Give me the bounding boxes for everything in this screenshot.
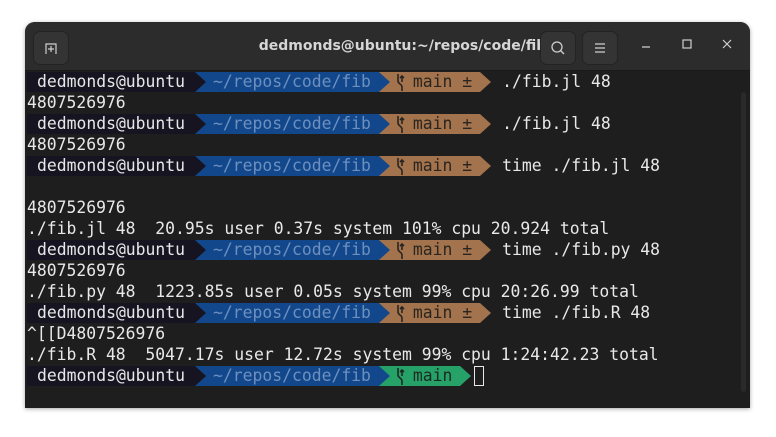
- minimize-button[interactable]: [636, 36, 656, 56]
- prompt-line: dedmonds@ubuntu ~/repos/code/fib main ± tim…: [27, 302, 736, 323]
- prompt-path: ~/repos/code/fib: [213, 113, 371, 133]
- prompt-branch: main: [412, 365, 453, 385]
- scrollbar[interactable]: [741, 92, 746, 392]
- segment-separator: [480, 302, 492, 323]
- prompt-path: ~/repos/code/fib: [213, 155, 371, 175]
- prompt-user: dedmonds@ubuntu: [37, 239, 186, 259]
- prompt-line: dedmonds@ubuntu ~/repos/code/fib main ± tim…: [27, 155, 736, 176]
- cursor: [474, 365, 485, 386]
- prompt-path-segment: ~/repos/code/fib: [195, 365, 390, 386]
- segment-separator: [480, 239, 492, 260]
- output-line: ./fib.py 48 1223.85s user 0.05s system 9…: [27, 282, 639, 301]
- segment-separator: [195, 155, 207, 176]
- prompt-git-segment: main ±: [378, 302, 492, 323]
- command-text: time ./fib.R 48: [502, 303, 651, 322]
- git-branch-icon: [397, 115, 405, 133]
- menu-button[interactable]: [582, 31, 618, 65]
- segment-separator: [195, 302, 207, 323]
- prompt-path-segment: ~/repos/code/fib: [195, 71, 390, 92]
- terminal-output[interactable]: dedmonds@ubuntu ~/repos/code/fib main ± ./f…: [27, 71, 736, 386]
- prompt-line: dedmonds@ubuntu ~/repos/code/fib main ± ./f…: [27, 113, 736, 134]
- prompt-branch: main ±: [412, 239, 473, 259]
- close-icon: [722, 39, 732, 49]
- prompt-user: dedmonds@ubuntu: [37, 365, 186, 385]
- maximize-button[interactable]: [677, 36, 697, 56]
- segment-separator: [378, 302, 390, 323]
- output-line: 4807526976: [27, 198, 126, 217]
- search-icon: [551, 41, 565, 55]
- git-branch-icon: [397, 157, 405, 175]
- prompt-path: ~/repos/code/fib: [213, 239, 371, 259]
- prompt-branch: main ±: [412, 113, 473, 133]
- prompt-git-segment: main ±: [378, 155, 492, 176]
- segment-separator: [195, 239, 207, 260]
- prompt-path: ~/repos/code/fib: [213, 71, 371, 91]
- prompt-path-segment: ~/repos/code/fib: [195, 155, 390, 176]
- prompt-user: dedmonds@ubuntu: [37, 155, 186, 175]
- hamburger-icon: [595, 43, 605, 53]
- prompt-git-segment: main ±: [378, 113, 492, 134]
- prompt-user-segment: dedmonds@ubuntu: [27, 239, 207, 260]
- segment-separator: [378, 239, 390, 260]
- command-text: time ./fib.py 48: [502, 240, 661, 259]
- close-button[interactable]: [717, 36, 737, 56]
- command-text: time ./fib.jl 48: [502, 156, 661, 175]
- segment-separator: [195, 365, 207, 386]
- title-bar: dedmonds@ubuntu:~/repos/code/fib: [25, 22, 750, 71]
- command-text: ./fib.jl 48: [502, 72, 611, 91]
- prompt-path-segment: ~/repos/code/fib: [195, 302, 390, 323]
- output-line: ./fib.R 48 5047.17s user 12.72s system 9…: [27, 345, 659, 364]
- prompt-line: dedmonds@ubuntu ~/repos/code/fib main: [27, 365, 736, 386]
- prompt-user-segment: dedmonds@ubuntu: [27, 302, 207, 323]
- minimize-icon: [642, 46, 650, 48]
- prompt-user: dedmonds@ubuntu: [37, 302, 186, 322]
- segment-separator: [378, 113, 390, 134]
- prompt-user-segment: dedmonds@ubuntu: [27, 155, 207, 176]
- segment-separator: [480, 71, 492, 92]
- git-branch-icon: [397, 367, 405, 385]
- segment-separator: [195, 71, 207, 92]
- output-line: ^[[D4807526976: [27, 324, 166, 343]
- command-text: ./fib.jl 48: [502, 114, 611, 133]
- prompt-user-segment: dedmonds@ubuntu: [27, 71, 207, 92]
- maximize-icon: [682, 39, 692, 49]
- terminal-window: dedmonds@ubuntu:~/repos/code/fib dedmond…: [25, 22, 750, 408]
- prompt-path-segment: ~/repos/code/fib: [195, 239, 390, 260]
- prompt-branch: main ±: [412, 155, 473, 175]
- segment-separator: [480, 113, 492, 134]
- output-line: 4807526976: [27, 135, 126, 154]
- prompt-git-segment: main: [378, 365, 472, 386]
- prompt-git-segment: main ±: [378, 71, 492, 92]
- segment-separator: [378, 71, 390, 92]
- prompt-path: ~/repos/code/fib: [213, 302, 371, 322]
- segment-separator: [378, 365, 390, 386]
- prompt-git-segment: main ±: [378, 239, 492, 260]
- prompt-path: ~/repos/code/fib: [213, 365, 371, 385]
- search-button[interactable]: [540, 31, 576, 65]
- prompt-path-segment: ~/repos/code/fib: [195, 113, 390, 134]
- prompt-user-segment: dedmonds@ubuntu: [27, 365, 207, 386]
- segment-separator: [378, 155, 390, 176]
- output-line: 4807526976: [27, 93, 126, 112]
- prompt-user: dedmonds@ubuntu: [37, 71, 186, 91]
- prompt-line: dedmonds@ubuntu ~/repos/code/fib main ± ./f…: [27, 71, 736, 92]
- prompt-line: dedmonds@ubuntu ~/repos/code/fib main ± tim…: [27, 239, 736, 260]
- git-branch-icon: [397, 241, 405, 259]
- segment-separator: [480, 155, 492, 176]
- output-line: 4807526976: [27, 261, 126, 280]
- segment-separator: [195, 113, 207, 134]
- segment-separator: [460, 365, 472, 386]
- git-branch-icon: [397, 73, 405, 91]
- output-line: ./fib.jl 48 20.95s user 0.37s system 101…: [27, 219, 610, 238]
- prompt-user-segment: dedmonds@ubuntu: [27, 113, 207, 134]
- prompt-branch: main ±: [412, 71, 473, 91]
- prompt-user: dedmonds@ubuntu: [37, 113, 186, 133]
- git-branch-icon: [397, 304, 405, 322]
- prompt-branch: main ±: [412, 302, 473, 322]
